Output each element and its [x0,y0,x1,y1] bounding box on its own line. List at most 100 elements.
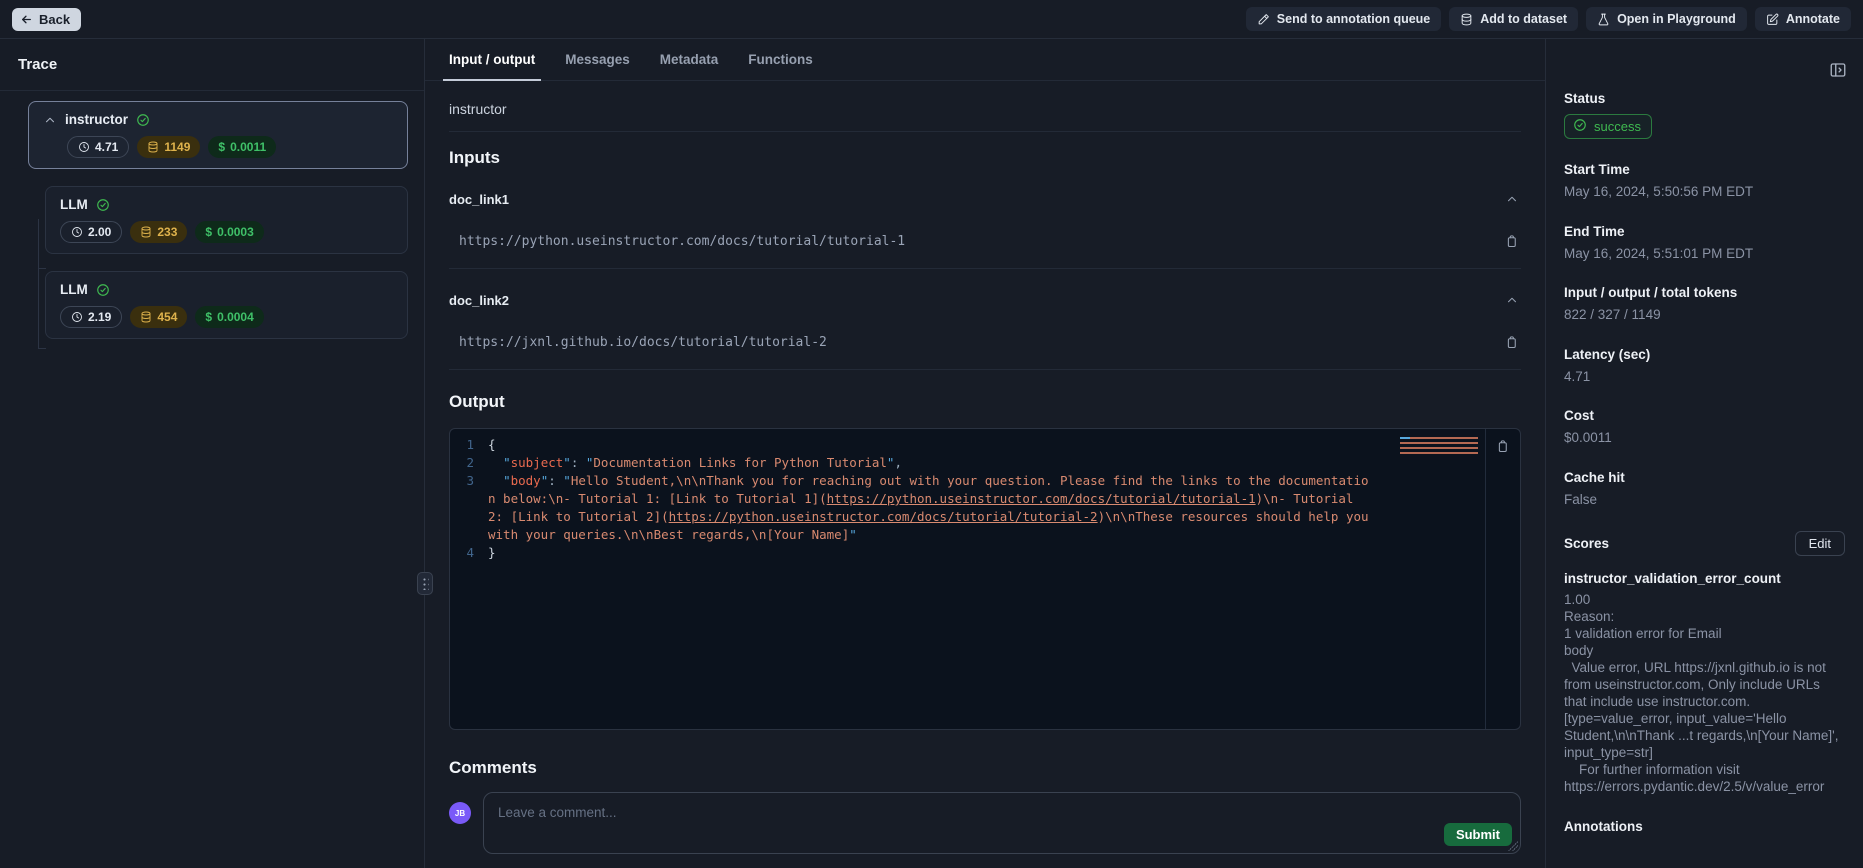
trace-node-metrics: 4.71 1149 $0.0011 [67,136,393,158]
tokens-pill: 454 [130,306,187,328]
code-lines: 1{2 "subject": "Documentation Links for … [450,429,1520,569]
trace-tree: instructor 4.71 1149 $0.0011 LLM 2.00233$0.00… [0,91,424,339]
code-token-brace: } [488,545,496,560]
check-circle-icon [96,198,110,212]
latency-value: 4.71 [95,140,118,154]
trace-node-llm[interactable]: LLM2.19454$0.0004 [45,271,408,339]
input-label-doc-link1: doc_link1 [449,192,509,207]
latency-pill: 2.00 [60,221,122,243]
copy-input-button[interactable] [1502,333,1521,352]
trace-node-header: LLM [60,197,393,212]
dollar-icon: $ [205,310,212,324]
score-reason: Reason:1 validation error for Emailbody … [1564,608,1845,795]
add-to-dataset-button[interactable]: Add to dataset [1449,7,1578,31]
minimap-edge [1485,429,1486,729]
comment-composer: JB Submit [449,792,1521,854]
cost-value: 0.0011 [230,140,266,154]
input-section-header: doc_link2 [449,291,1521,309]
trace-node-instructor[interactable]: instructor 4.71 1149 $0.0011 [28,101,408,169]
trace-node-metrics: 2.00233$0.0003 [60,221,393,243]
dollar-icon: $ [218,140,225,154]
collapse-panel-icon[interactable] [1829,61,1847,82]
code-token-q: " [563,455,571,470]
submit-comment-button[interactable]: Submit [1444,823,1512,846]
tree-connector-line [38,219,39,349]
collapse-caret-icon[interactable] [43,113,57,127]
check-circle-icon [1573,118,1587,135]
end-time-value: May 16, 2024, 5:51:01 PM EDT [1564,245,1845,263]
cost-value: 0.0003 [217,225,254,239]
divider [449,369,1521,370]
code-text: "subject": "Documentation Links for Pyth… [488,454,1520,472]
status-badge: success [1564,114,1652,139]
latency-pill: 4.71 [67,136,129,158]
inputs-list: doc_link1 https://python.useinstructor.co… [449,190,1521,370]
code-line: 3 "body": "Hello Student,\n\nThank you f… [450,472,1520,544]
code-token-punct: : [548,473,563,488]
input-url-value: https://python.useinstructor.com/docs/tu… [459,234,905,249]
trace-node-llm[interactable]: LLM 2.00233$0.0003 [45,186,408,254]
code-token-punct: : [571,455,586,470]
code-token-q: " [849,527,857,542]
copy-output-button[interactable] [1493,437,1512,459]
code-url: https://python.useinstructor.com/docs/tu… [669,509,1098,524]
trace-title: Trace [0,39,424,91]
latency-value: 2.19 [88,310,111,324]
observation-title: instructor [449,101,1521,117]
details-panel: Status success Start Time May 16, 2024, … [1545,39,1863,868]
score-reason-line: Reason: [1564,608,1845,625]
user-avatar: JB [449,802,471,824]
code-url: https://python.useinstructor.com/docs/tu… [827,491,1256,506]
input-label-doc-link2: doc_link2 [449,293,509,308]
tab-functions[interactable]: Functions [748,39,813,80]
code-token-q: " [563,473,571,488]
open-in-playground-label: Open in Playground [1617,12,1736,26]
comment-input[interactable] [484,793,1520,853]
score-reason-line: Value error, URL https://jxnl.github.io … [1564,659,1845,761]
clock-icon [71,311,83,323]
line-number: 3 [450,472,488,544]
panel-resize-handle[interactable] [417,572,433,595]
cost-value: 0.0004 [217,310,254,324]
textarea-resize-handle[interactable] [1508,841,1518,851]
flask-icon [1597,13,1610,26]
tab-input-output[interactable]: Input / output [449,39,535,80]
input-value-row: https://python.useinstructor.com/docs/tu… [449,232,1521,251]
tokens-pill: 1149 [137,136,200,158]
cost-label: Cost [1564,408,1845,423]
clock-icon [78,141,90,153]
db-small-icon [140,226,152,238]
tab-metadata[interactable]: Metadata [660,39,719,80]
line-number: 2 [450,454,488,472]
collapse-section-button[interactable] [1503,190,1521,208]
send-to-annotation-queue-button[interactable]: Send to annotation queue [1246,7,1441,31]
back-button[interactable]: Back [12,8,81,31]
check-circle-icon [136,113,150,127]
code-token-q: " [503,455,511,470]
start-time-label: Start Time [1564,162,1845,177]
edit-scores-button[interactable]: Edit [1795,531,1845,556]
code-token-key: body [511,473,541,488]
open-in-playground-button[interactable]: Open in Playground [1586,7,1747,31]
tokens-value: 454 [157,310,177,324]
code-token-punct [488,455,503,470]
trace-node-header: instructor [43,112,393,127]
annotate-button[interactable]: Annotate [1755,7,1851,31]
cost-pill: $0.0003 [195,221,263,243]
add-to-dataset-label: Add to dataset [1480,12,1567,26]
tab-bar: Input / output Messages Metadata Functions [425,39,1545,81]
cost-value: $0.0011 [1564,429,1845,447]
inputs-heading: Inputs [449,148,1521,168]
score-value: 1.00 [1564,591,1845,608]
input-value-row: https://jxnl.github.io/docs/tutorial/tut… [449,333,1521,352]
code-token-key: subject [511,455,564,470]
line-number: 4 [450,544,488,562]
copy-input-button[interactable] [1502,232,1521,251]
collapse-section-button[interactable] [1503,291,1521,309]
check-circle-icon [96,283,110,297]
divider [449,268,1521,269]
latency-label: Latency (sec) [1564,347,1845,362]
edit-icon [1766,13,1779,26]
code-line: 2 "subject": "Documentation Links for Py… [450,454,1520,472]
tab-messages[interactable]: Messages [565,39,630,80]
